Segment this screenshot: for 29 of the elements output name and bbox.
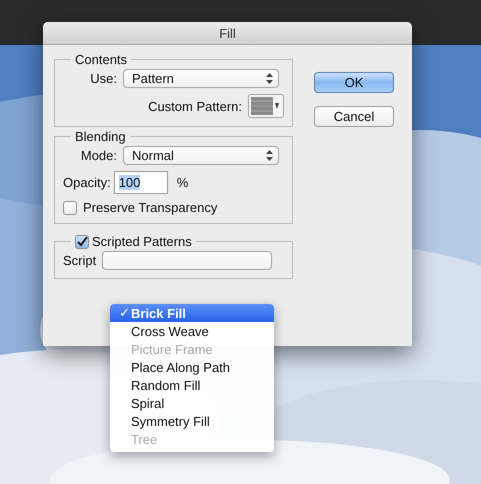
menu-item[interactable]: Cross Weave xyxy=(110,322,274,340)
checkbox[interactable] xyxy=(63,200,77,214)
menu-item[interactable]: Spiral xyxy=(110,394,274,412)
mode-label: Mode: xyxy=(80,148,117,163)
menu-item[interactable]: Symmetry Fill xyxy=(110,412,274,430)
cancel-button[interactable]: Cancel xyxy=(314,106,394,127)
script-select[interactable] xyxy=(102,251,272,270)
use-select[interactable]: Pattern xyxy=(123,69,279,88)
percent-label: % xyxy=(176,175,188,190)
menu-item[interactable]: Place Along Path xyxy=(110,358,274,376)
preserve-transparency-label: Preserve Transparency xyxy=(83,200,218,215)
pattern-picker[interactable] xyxy=(248,94,284,118)
caret-icon xyxy=(275,103,279,109)
stepper-arrows-icon xyxy=(266,73,273,84)
opacity-field[interactable]: 100 xyxy=(114,171,168,194)
scripted-patterns-label: Scripted Patterns xyxy=(92,234,192,249)
opacity-label: Opacity: xyxy=(63,175,111,190)
ok-button[interactable]: OK xyxy=(314,72,394,93)
custom-pattern-label: Custom Pattern: xyxy=(148,98,242,114)
mode-select[interactable]: Normal xyxy=(123,146,279,165)
menu-item[interactable]: Random Fill xyxy=(110,376,274,394)
stepper-arrows-icon xyxy=(266,150,273,161)
script-label: Script xyxy=(63,253,96,268)
menu-item[interactable]: ✓Brick Fill xyxy=(110,304,274,322)
group-title: Blending xyxy=(75,129,126,144)
window-title: Fill xyxy=(219,26,236,40)
checkbox[interactable] xyxy=(75,234,89,248)
group-title: Contents xyxy=(75,52,128,67)
use-label: Use: xyxy=(89,71,117,86)
